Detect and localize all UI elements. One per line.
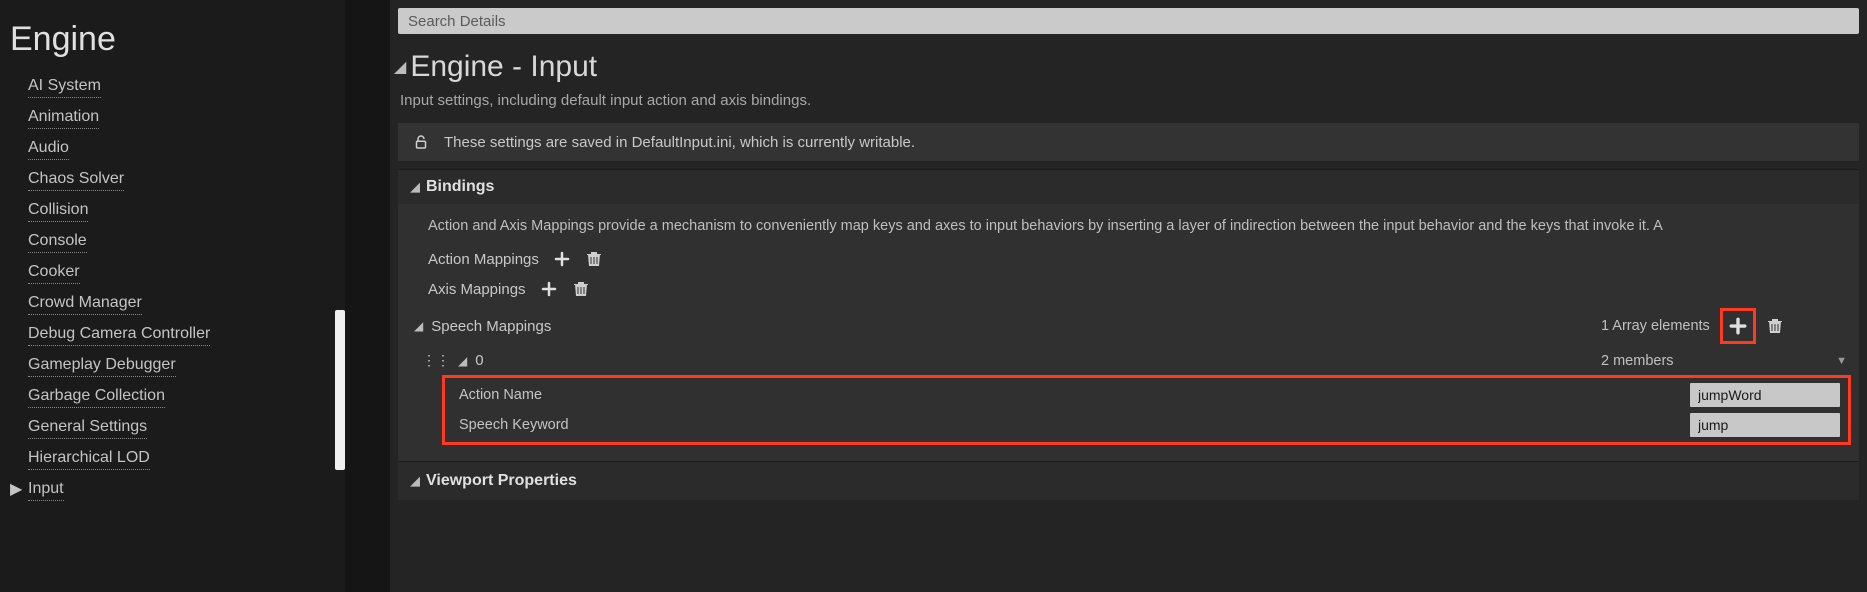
category-title: Viewport Properties: [426, 472, 577, 490]
axis-mappings-label: Axis Mappings: [428, 281, 526, 298]
search-details-input[interactable]: Search Details: [398, 8, 1859, 34]
speech-mappings-label: Speech Mappings: [431, 318, 551, 335]
sidebar-item-label: AI System: [28, 75, 101, 98]
sidebar-item-chaos-solver[interactable]: Chaos Solver: [0, 164, 345, 195]
panel-divider: [345, 0, 390, 592]
sidebar-item-label: General Settings: [28, 416, 147, 439]
property-label: Action Name: [459, 387, 1690, 403]
add-speech-mapping-button[interactable]: [1727, 315, 1749, 337]
sidebar-item-label: Hierarchical LOD: [28, 447, 150, 470]
collapse-triangle-icon: ◢: [410, 473, 420, 489]
sidebar-item-label: Animation: [28, 106, 99, 129]
sidebar-item-audio[interactable]: Audio: [0, 133, 345, 164]
sidebar-item-hierarchical-lod[interactable]: Hierarchical LOD: [0, 443, 345, 474]
drag-handle-icon[interactable]: ⋮⋮: [422, 352, 450, 369]
collapse-triangle-icon: ◢: [410, 179, 420, 195]
sidebar-item-crowd-manager[interactable]: Crowd Manager: [0, 288, 345, 319]
array-count-text: 1 Array elements: [1601, 318, 1710, 334]
speech-mapping-properties-highlight: Action Name Speech Keyword: [442, 375, 1851, 445]
search-placeholder-text: Search Details: [408, 13, 506, 30]
sidebar-item-console[interactable]: Console: [0, 226, 345, 257]
sidebar-item-label: Debug Camera Controller: [28, 323, 210, 346]
banner-text: These settings are saved in DefaultInput…: [444, 134, 915, 151]
expand-triangle-icon: ▶: [10, 479, 28, 501]
sidebar-item-label: Cooker: [28, 261, 80, 284]
property-row-speech-keyword: Speech Keyword: [445, 410, 1848, 440]
settings-sidebar: Engine AI System Animation Audio Chaos S…: [0, 0, 345, 592]
page-title: Engine - Input: [410, 50, 597, 84]
action-name-input[interactable]: [1690, 383, 1840, 407]
collapse-triangle-icon[interactable]: ◢: [414, 319, 423, 333]
collapse-triangle-icon[interactable]: ◢: [394, 57, 406, 77]
speech-keyword-input[interactable]: [1690, 413, 1840, 437]
sidebar-item-animation[interactable]: Animation: [0, 102, 345, 133]
category-title: Bindings: [426, 178, 494, 196]
add-axis-mapping-button[interactable]: [540, 280, 558, 298]
clear-action-mappings-button[interactable]: [585, 250, 603, 268]
property-label: Speech Keyword: [459, 417, 1690, 433]
array-index-label: 0: [475, 352, 483, 369]
sidebar-item-label: Collision: [28, 199, 88, 222]
action-mappings-row: Action Mappings: [398, 244, 1859, 274]
speech-mappings-row: ◢ Speech Mappings 1 Array elements: [398, 304, 1859, 348]
sidebar-item-cooker[interactable]: Cooker: [0, 257, 345, 288]
collapse-triangle-icon[interactable]: ◢: [458, 354, 467, 368]
sidebar-item-label: Garbage Collection: [28, 385, 165, 408]
sidebar-item-debug-camera-controller[interactable]: Debug Camera Controller: [0, 319, 345, 350]
add-speech-mapping-highlight: [1720, 308, 1756, 344]
category-header-viewport-properties[interactable]: ◢ Viewport Properties: [398, 461, 1859, 500]
sidebar-item-input[interactable]: ▶ Input: [0, 474, 345, 505]
clear-axis-mappings-button[interactable]: [572, 280, 590, 298]
speech-mapping-item-0: ⋮⋮ ◢ 0 2 members ▼: [398, 348, 1859, 373]
writable-info-banner: These settings are saved in DefaultInput…: [398, 123, 1859, 161]
add-action-mapping-button[interactable]: [553, 250, 571, 268]
sidebar-scrollbar-thumb[interactable]: [335, 310, 345, 470]
sidebar-item-general-settings[interactable]: General Settings: [0, 412, 345, 443]
category-header-bindings[interactable]: ◢ Bindings: [398, 169, 1859, 204]
sidebar-item-gameplay-debugger[interactable]: Gameplay Debugger: [0, 350, 345, 381]
sidebar-item-label: Gameplay Debugger: [28, 354, 176, 377]
dropdown-triangle-icon[interactable]: ▼: [1836, 355, 1847, 367]
sidebar-item-ai-system[interactable]: AI System: [0, 71, 345, 102]
sidebar-item-collision[interactable]: Collision: [0, 195, 345, 226]
sidebar-item-label: Crowd Manager: [28, 292, 142, 315]
details-panel: Search Details ◢ Engine - Input Input se…: [390, 0, 1867, 592]
bindings-description: Action and Axis Mappings provide a mecha…: [398, 212, 1859, 244]
property-row-action-name: Action Name: [445, 380, 1848, 410]
sidebar-heading-engine: Engine: [0, 10, 345, 71]
clear-speech-mappings-button[interactable]: [1766, 317, 1784, 335]
sidebar-item-garbage-collection[interactable]: Garbage Collection: [0, 381, 345, 412]
axis-mappings-row: Axis Mappings: [398, 274, 1859, 304]
sidebar-item-label: Chaos Solver: [28, 168, 124, 191]
page-description: Input settings, including default input …: [390, 86, 1867, 119]
sidebar-item-label: Console: [28, 230, 87, 253]
action-mappings-label: Action Mappings: [428, 251, 539, 268]
sidebar-item-label: Audio: [28, 137, 69, 160]
unlock-icon: [412, 133, 430, 151]
members-count-text: 2 members: [1601, 353, 1674, 369]
sidebar-item-label: Input: [28, 478, 64, 501]
